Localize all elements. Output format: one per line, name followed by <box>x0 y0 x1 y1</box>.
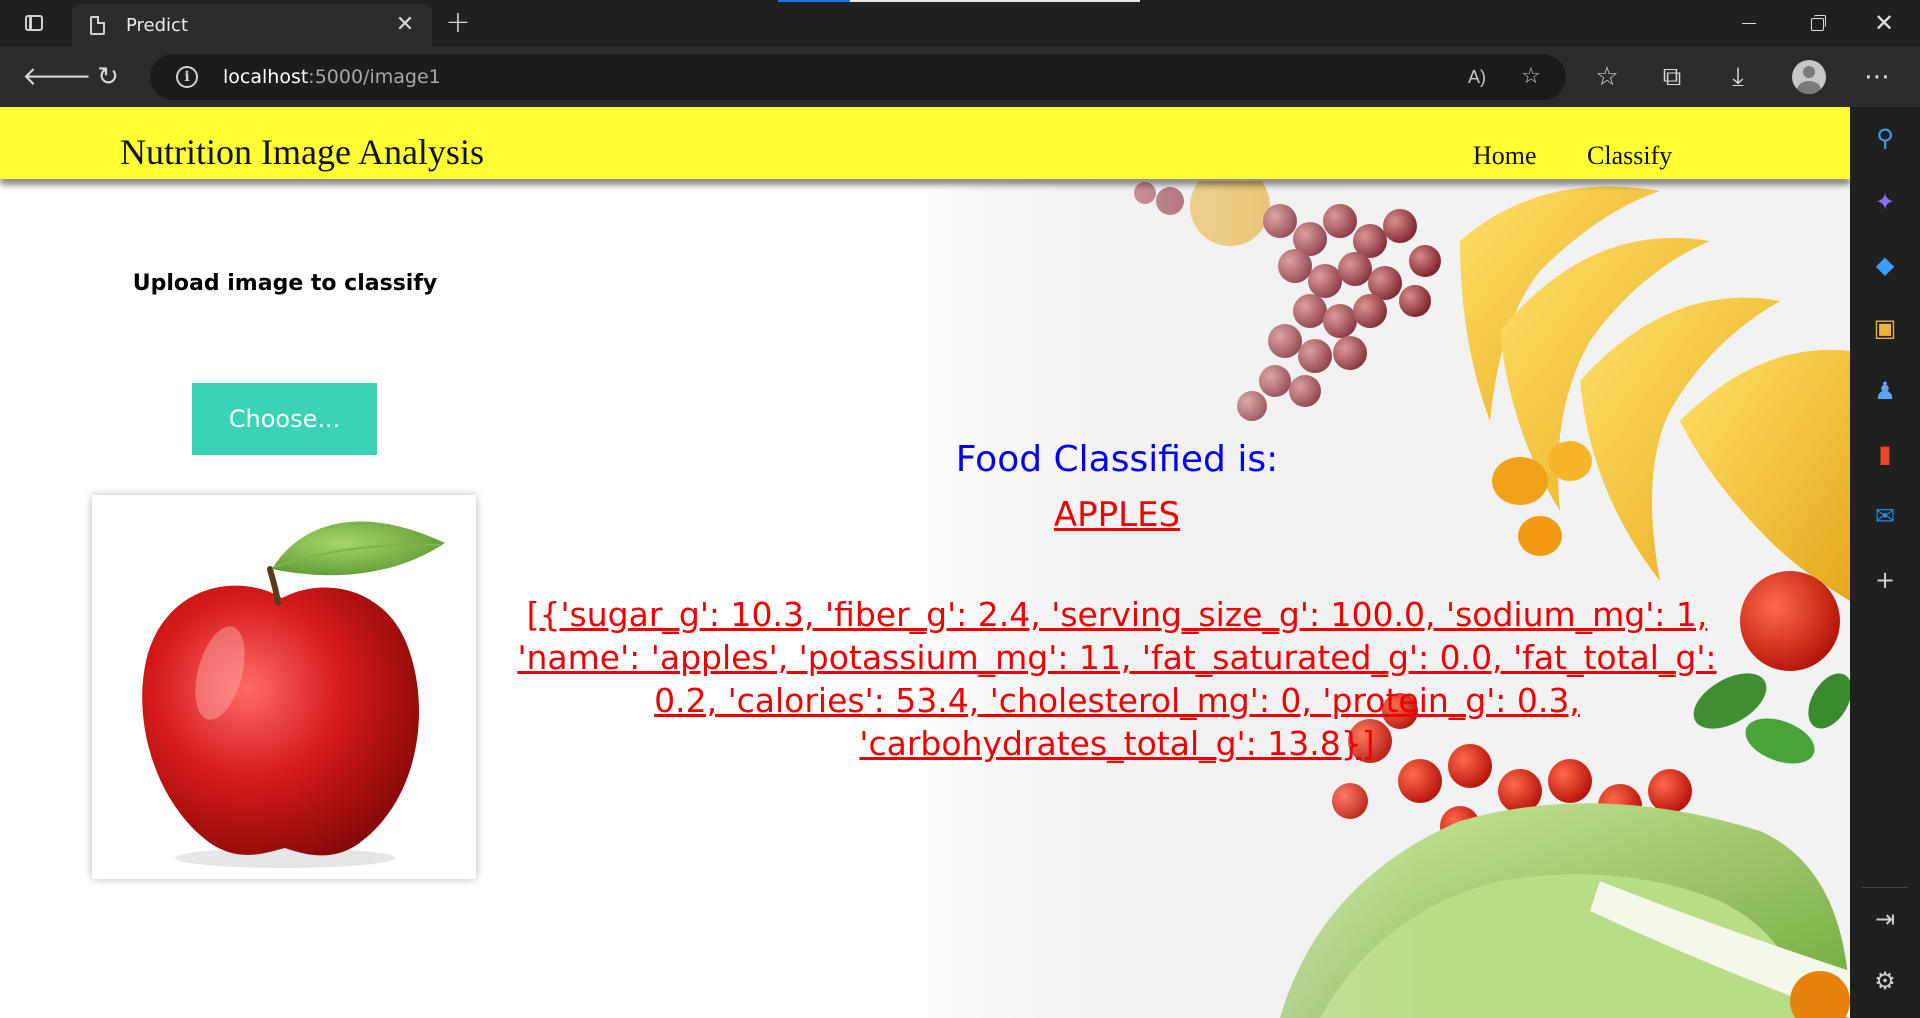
page-viewport: Nutrition Image Analysis Home Classify U… <box>0 107 1850 1018</box>
search-icon[interactable]: ⚲ <box>1869 122 1901 154</box>
tools-icon[interactable]: ▣ <box>1869 312 1901 344</box>
edge-sidebar: ⚲ ✦ ◆ ▣ ♟ ▮ ✉ + ⇥ ⚙ <box>1850 107 1920 1018</box>
browser-tab-bar: Predict ✕ + ✕ <box>0 0 1920 47</box>
games-icon[interactable]: ♟ <box>1869 375 1901 407</box>
add-sidebar-app-icon[interactable]: + <box>1869 564 1901 596</box>
outlook-icon[interactable]: ✉ <box>1869 500 1901 532</box>
browser-tab[interactable]: Predict ✕ <box>72 4 432 47</box>
hide-sidebar-icon[interactable]: ⇥ <box>1869 903 1901 935</box>
choose-file-button[interactable]: Choose... <box>192 383 377 455</box>
tab-title: Predict <box>126 15 188 36</box>
site-navbar: Nutrition Image Analysis Home Classify <box>0 107 1850 179</box>
address-bar[interactable]: i localhost:5000/image1 A) ☆ <box>150 54 1566 100</box>
nav-classify-link[interactable]: Classify <box>1587 141 1672 171</box>
uploaded-image-preview <box>92 495 476 879</box>
upload-heading: Upload image to classify <box>132 271 438 296</box>
new-tab-icon[interactable]: + <box>442 8 474 40</box>
favorites-icon[interactable]: ☆ <box>1587 57 1627 97</box>
read-aloud-icon[interactable]: A) <box>1462 62 1492 92</box>
sidebar-divider <box>1862 887 1908 888</box>
page-icon <box>90 16 105 35</box>
browser-toolbar: 🡐 ↻ i localhost:5000/image1 A) ☆ ☆ ⧉ ⤓ ⋯ <box>0 47 1920 107</box>
predicted-class[interactable]: APPLES <box>486 495 1748 535</box>
add-favorite-icon[interactable]: ☆ <box>1516 62 1546 92</box>
restore-icon[interactable] <box>1792 6 1840 40</box>
tab-actions-icon[interactable] <box>18 10 50 38</box>
info-icon[interactable]: i <box>176 66 198 88</box>
minimize-icon[interactable] <box>1724 6 1772 40</box>
nutrition-result[interactable]: [{'sugar_g': 10.3, 'fiber_g': 2.4, 'serv… <box>486 593 1748 765</box>
close-tab-icon[interactable]: ✕ <box>392 12 418 38</box>
apple-image <box>100 503 468 871</box>
nav-home-link[interactable]: Home <box>1473 141 1537 171</box>
settings-gear-icon[interactable]: ⚙ <box>1869 965 1901 997</box>
site-brand[interactable]: Nutrition Image Analysis <box>120 131 484 173</box>
close-window-icon[interactable]: ✕ <box>1860 6 1908 40</box>
collections-icon[interactable]: ⧉ <box>1652 57 1692 97</box>
office-icon[interactable]: ▮ <box>1869 438 1901 470</box>
shopping-tag-icon[interactable]: ◆ <box>1869 249 1901 281</box>
more-menu-icon[interactable]: ⋯ <box>1857 57 1897 97</box>
downloads-icon[interactable]: ⤓ <box>1718 57 1758 97</box>
page-load-progress <box>778 0 1140 2</box>
refresh-icon[interactable]: ↻ <box>88 57 128 97</box>
back-icon[interactable]: 🡐 <box>22 57 92 97</box>
url-text[interactable]: localhost:5000/image1 <box>223 66 441 88</box>
result-label: Food Classified is: <box>955 439 1279 480</box>
copilot-icon[interactable]: ✦ <box>1869 186 1901 218</box>
profile-avatar[interactable] <box>1792 60 1826 94</box>
